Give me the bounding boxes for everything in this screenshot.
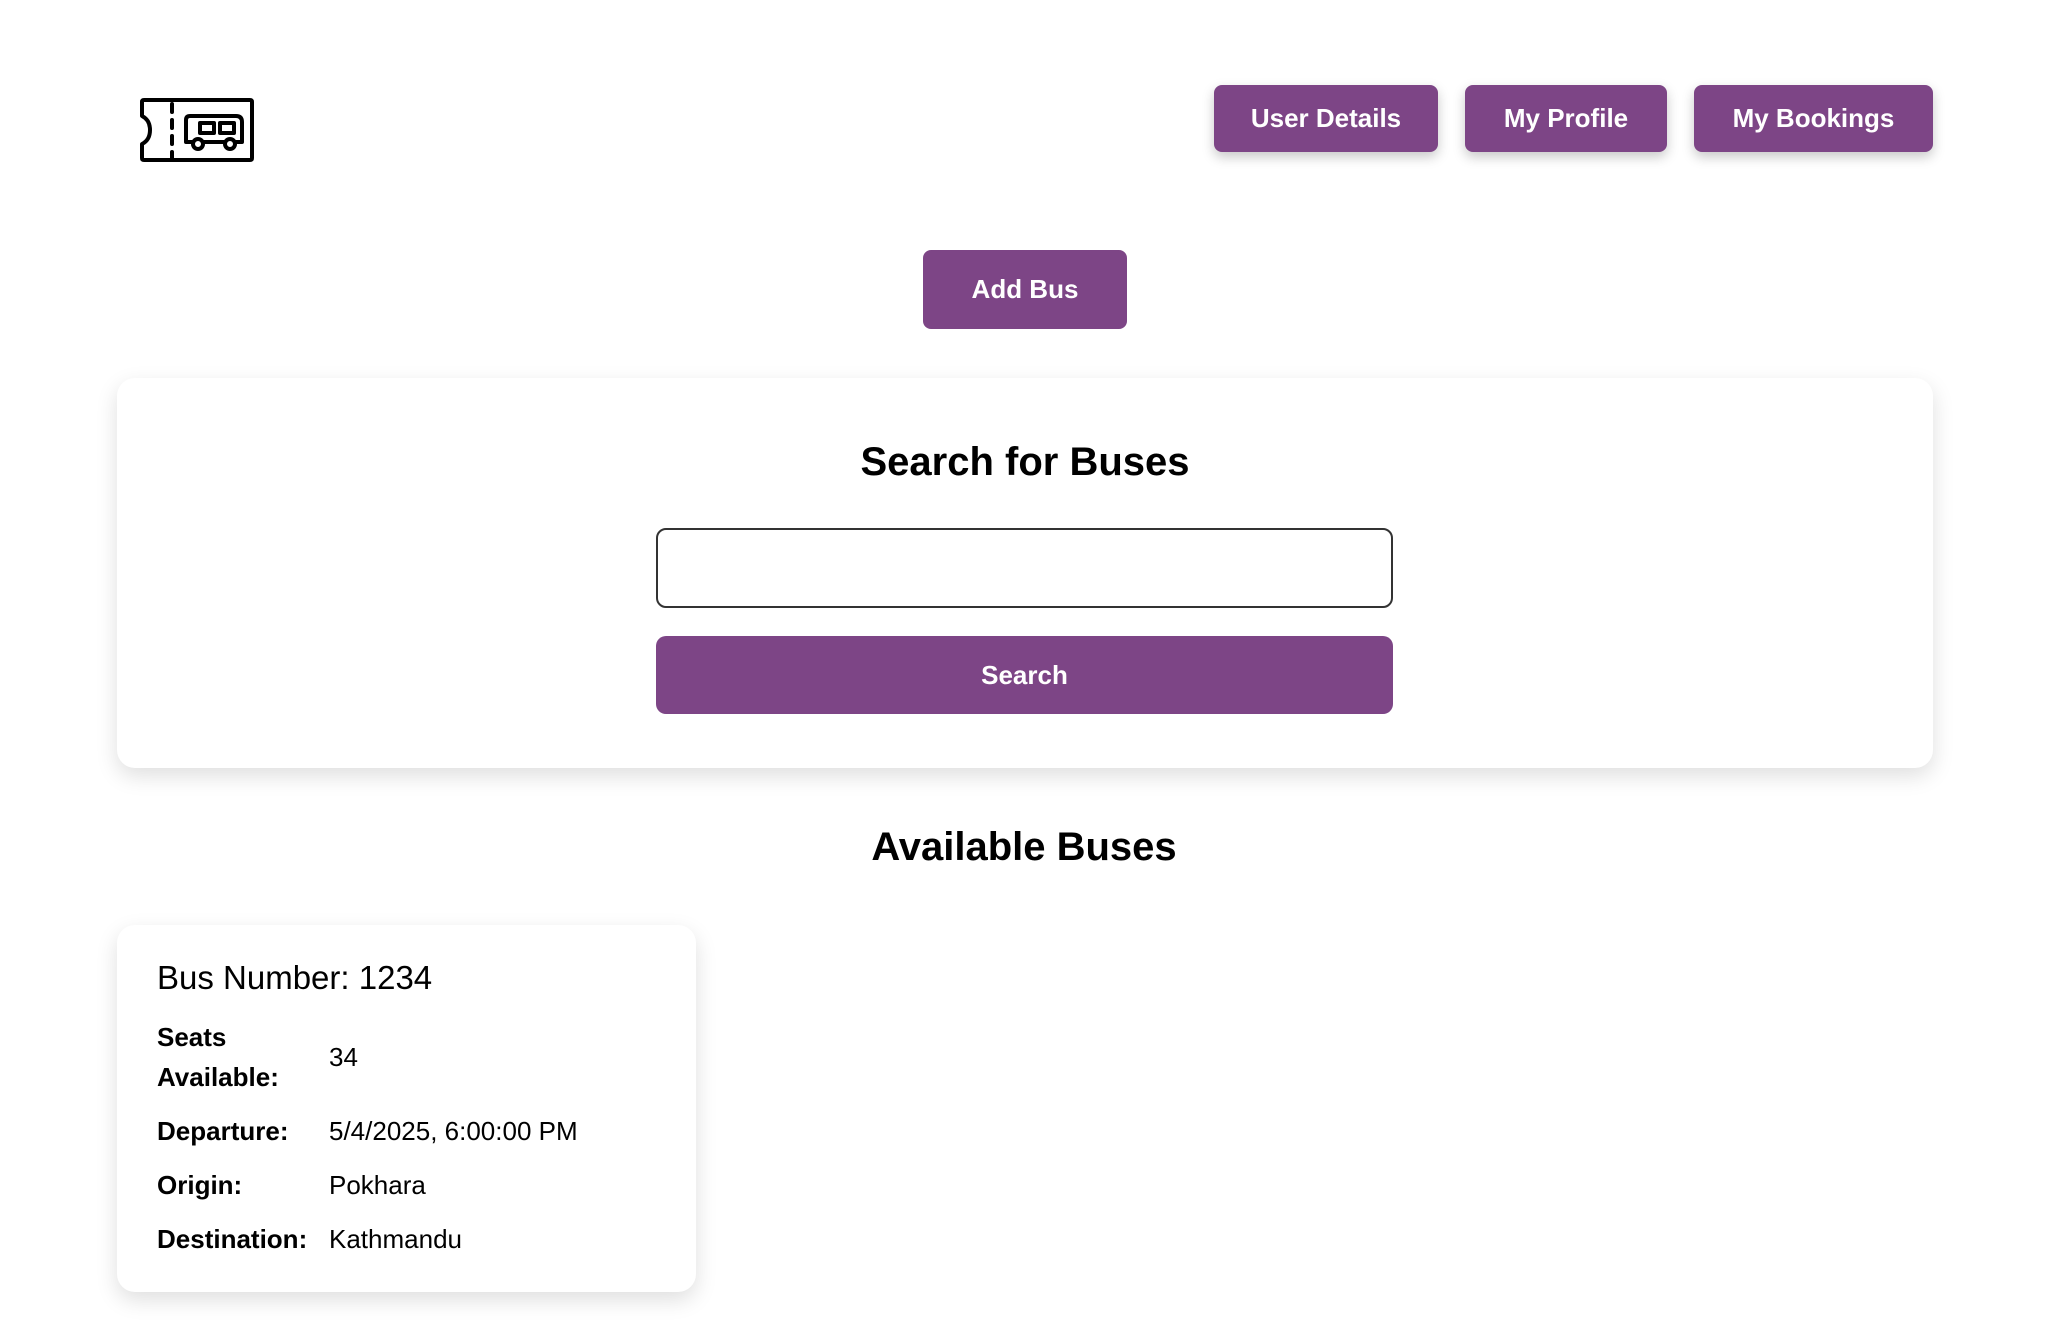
add-bus-button[interactable]: Add Bus [923,250,1127,329]
bus-card: Bus Number: 1234 Seats Available: 34 Dep… [117,925,696,1292]
search-card: Search for Buses Search [117,378,1933,768]
search-title: Search for Buses [860,440,1190,484]
destination-value: Kathmandu [329,1224,462,1254]
user-details-button[interactable]: User Details [1214,85,1438,152]
search-input[interactable] [656,528,1393,608]
destination-label: Destination: [157,1224,308,1254]
bus-ticket-icon[interactable] [138,96,256,164]
my-profile-button[interactable]: My Profile [1465,85,1667,152]
departure-label: Departure: [157,1116,289,1146]
bus-details: Seats Available: 34 Departure: 5/4/2025,… [157,1017,578,1259]
top-nav: User Details My Profile My Bookings [1214,85,1933,152]
departure-value: 5/4/2025, 6:00:00 PM [329,1116,578,1146]
search-button[interactable]: Search [656,636,1393,714]
available-buses-title: Available Buses [871,825,1177,869]
origin-value: Pokhara [329,1170,426,1200]
page: User Details My Profile My Bookings Add … [0,0,2048,1329]
seats-available-label: Seats Available: [157,1022,279,1092]
bus-number: Bus Number: 1234 [157,959,433,996]
origin-label: Origin: [157,1170,243,1200]
seats-available-value: 34 [329,1042,358,1072]
my-bookings-button[interactable]: My Bookings [1694,85,1933,152]
